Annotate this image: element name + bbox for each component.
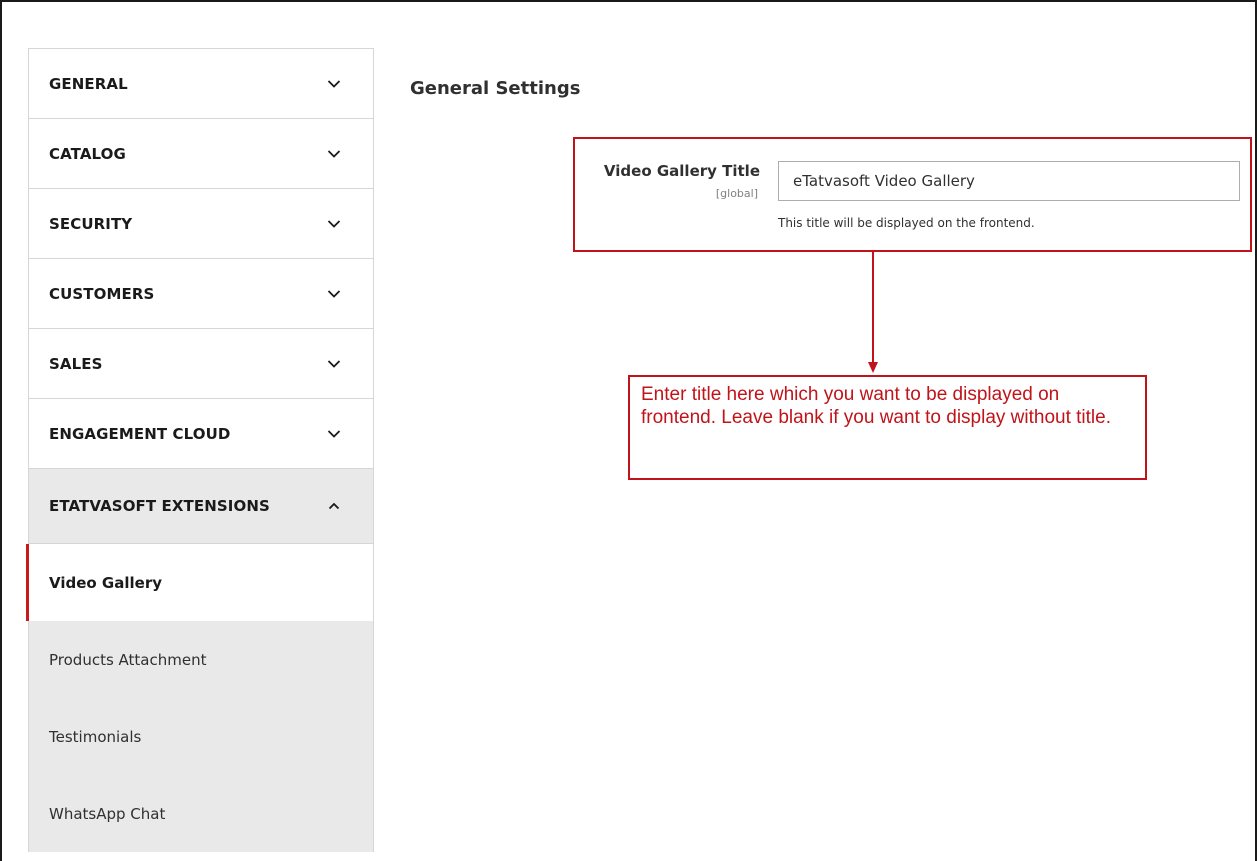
sidebar-section-label: CUSTOMERS bbox=[49, 284, 155, 303]
sidebar-item-label: Products Attachment bbox=[49, 650, 207, 669]
chevron-up-icon bbox=[327, 501, 341, 511]
sidebar-section-label: CATALOG bbox=[49, 144, 126, 163]
field-label: Video Gallery Title bbox=[603, 162, 760, 180]
chevron-down-icon bbox=[327, 79, 341, 89]
chevron-down-icon bbox=[327, 289, 341, 299]
chevron-down-icon bbox=[327, 429, 341, 439]
sidebar-item-label: Testimonials bbox=[49, 727, 142, 746]
chevron-down-icon bbox=[327, 149, 341, 159]
sidebar-section-label: GENERAL bbox=[49, 74, 128, 93]
sidebar-item-label: WhatsApp Chat bbox=[49, 804, 166, 823]
section-title[interactable]: General Settings bbox=[410, 78, 580, 99]
sidebar-section-sales[interactable]: SALES bbox=[29, 328, 373, 398]
annotation-callout: Enter title here which you want to be di… bbox=[628, 375, 1147, 480]
sidebar-section-security[interactable]: SECURITY bbox=[29, 188, 373, 258]
sidebar-section-catalog[interactable]: CATALOG bbox=[29, 118, 373, 188]
sidebar-section-engagement-cloud[interactable]: ENGAGEMENT CLOUD bbox=[29, 398, 373, 468]
sidebar-section-label: ENGAGEMENT CLOUD bbox=[49, 424, 231, 443]
field-help-note: This title will be displayed on the fron… bbox=[778, 216, 1035, 230]
sidebar-section-etatvasoft-extensions[interactable]: ETATVASOFT EXTENSIONS bbox=[29, 468, 373, 544]
sidebar-section-general[interactable]: GENERAL bbox=[29, 48, 373, 118]
sidebar-item-whatsapp-chat[interactable]: WhatsApp Chat bbox=[29, 775, 373, 852]
annotation-arrow-icon bbox=[868, 252, 878, 373]
sidebar-section-customers[interactable]: CUSTOMERS bbox=[29, 258, 373, 328]
field-scope-label: [global] bbox=[715, 187, 758, 200]
sidebar-section-label: ETATVASOFT EXTENSIONS bbox=[49, 497, 270, 515]
sidebar-item-products-attachment[interactable]: Products Attachment bbox=[29, 621, 373, 698]
chevron-down-icon bbox=[327, 359, 341, 369]
sidebar-item-testimonials[interactable]: Testimonials bbox=[29, 698, 373, 775]
sidebar-section-label: SALES bbox=[49, 354, 103, 373]
config-sidebar: GENERAL CATALOG SECURITY CUSTOMERS SALES… bbox=[26, 48, 374, 852]
sidebar-section-label: SECURITY bbox=[49, 214, 133, 233]
chevron-down-icon bbox=[327, 219, 341, 229]
video-gallery-title-input[interactable] bbox=[778, 161, 1240, 201]
sidebar-item-label: Video Gallery bbox=[49, 573, 162, 592]
sidebar-item-video-gallery[interactable]: Video Gallery bbox=[26, 544, 373, 621]
